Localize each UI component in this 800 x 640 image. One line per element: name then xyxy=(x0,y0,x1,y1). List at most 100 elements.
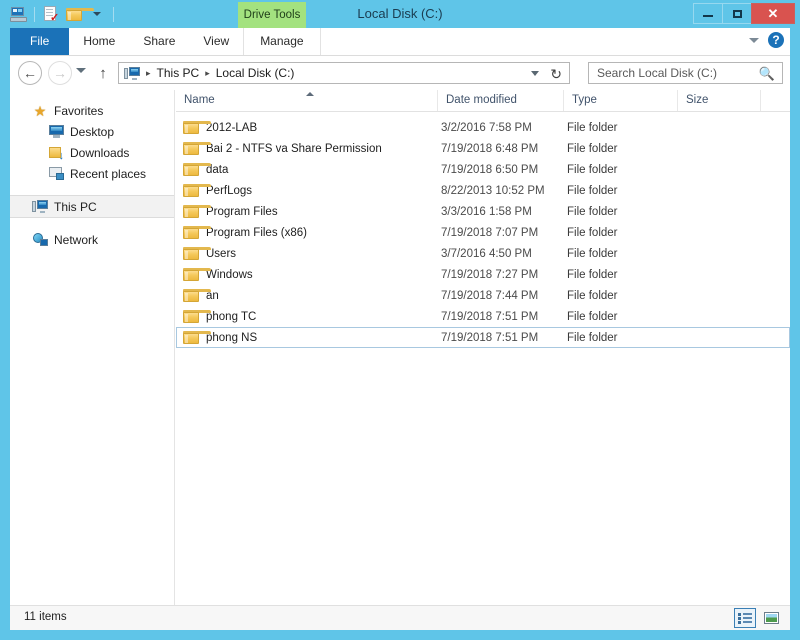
large-icons-view-icon xyxy=(763,612,779,624)
table-row[interactable]: PerfLogs 8/22/2013 10:52 PM File folder xyxy=(176,180,790,201)
content-area: ★ Favorites Desktop ↓ Downloads Recent p… xyxy=(10,90,790,605)
file-name-label: phong NS xyxy=(206,331,258,344)
table-row[interactable]: data 7/19/2018 6:50 PM File folder xyxy=(176,159,790,180)
table-row[interactable]: Program Files (x86) 7/19/2018 7:07 PM File… xyxy=(176,222,790,243)
cell-type: File folder xyxy=(567,289,618,302)
cell-name: phong TC xyxy=(177,310,439,323)
folder-icon xyxy=(183,121,211,134)
tab-manage[interactable]: Manage xyxy=(243,28,321,55)
column-header-date-modified[interactable]: Date modified xyxy=(438,90,564,111)
help-icon[interactable]: ? xyxy=(768,32,784,48)
address-dropdown-icon[interactable] xyxy=(531,71,539,76)
sidebar-item-downloads[interactable]: ↓ Downloads xyxy=(10,142,174,163)
recent-locations-icon[interactable] xyxy=(76,68,86,73)
folder-icon xyxy=(183,268,211,281)
ribbon-tab-strip: File Home Share View Manage ? xyxy=(10,28,790,56)
large-icons-view-button[interactable] xyxy=(760,608,782,628)
cell-name: Users xyxy=(177,247,439,260)
view-toggle-group xyxy=(734,608,782,628)
cell-type: File folder xyxy=(567,226,618,239)
this-pc-icon xyxy=(124,66,140,80)
table-row[interactable]: Users 3/7/2016 4:50 PM File folder xyxy=(176,243,790,264)
table-row[interactable]: phong TC 7/19/2018 7:51 PM File folder xyxy=(176,306,790,327)
maximize-button[interactable] xyxy=(722,3,752,24)
cell-type: File folder xyxy=(567,142,618,155)
cell-date-modified: 7/19/2018 6:48 PM xyxy=(441,142,539,155)
folder-icon xyxy=(183,184,211,197)
title-bar: ✓ Local Disk (C:) ✕ xyxy=(0,0,800,28)
window-controls: ✕ xyxy=(693,3,795,24)
expand-ribbon-icon[interactable] xyxy=(749,37,759,43)
folder-icon xyxy=(183,247,211,260)
sidebar-item-network[interactable]: Network xyxy=(10,229,174,250)
column-header-size[interactable]: Size xyxy=(678,90,761,111)
table-row[interactable]: phong NS 7/19/2018 7:51 PM File folder xyxy=(176,327,790,348)
search-box[interactable]: 🔍 xyxy=(588,62,783,84)
breadcrumb-this-pc[interactable]: This PC xyxy=(154,66,203,80)
table-row[interactable]: an 7/19/2018 7:44 PM File folder xyxy=(176,285,790,306)
cell-date-modified: 3/3/2016 1:58 PM xyxy=(441,205,532,218)
tab-view[interactable]: View xyxy=(189,28,243,55)
tab-share[interactable]: Share xyxy=(129,28,189,55)
details-view-icon xyxy=(738,612,752,624)
downloads-icon: ↓ xyxy=(48,146,64,161)
column-header-name[interactable]: Name xyxy=(176,90,438,111)
sidebar-item-recent-places[interactable]: Recent places xyxy=(10,163,174,184)
cell-name: Program Files (x86) xyxy=(177,226,439,239)
file-list-pane: Name Date modified Type Size 2012-LAB 3/2… xyxy=(176,90,790,605)
explorer-window: ✓ Local Disk (C:) ✕ Drive Tools File Hom… xyxy=(0,0,800,640)
cell-date-modified: 3/2/2016 7:58 PM xyxy=(441,121,532,134)
recent-places-icon xyxy=(48,167,64,180)
folder-icon xyxy=(183,331,211,344)
sidebar-item-label: Network xyxy=(54,232,99,247)
new-folder-icon[interactable] xyxy=(64,4,94,24)
table-row[interactable]: Windows 7/19/2018 7:27 PM File folder xyxy=(176,264,790,285)
table-row[interactable]: Bai 2 - NTFS va Share Permission 7/19/201… xyxy=(176,138,790,159)
tab-home[interactable]: Home xyxy=(69,28,129,55)
tab-file[interactable]: File xyxy=(10,28,70,55)
address-bar[interactable]: ▸ This PC ▸ Local Disk (C:) ↻ xyxy=(118,62,570,84)
up-button[interactable]: ↑ xyxy=(94,64,112,82)
cell-type: File folder xyxy=(567,184,618,197)
cell-name: data xyxy=(177,163,439,176)
close-button[interactable]: ✕ xyxy=(751,3,795,24)
properties-icon[interactable]: ✓ xyxy=(41,4,61,24)
cell-date-modified: 7/19/2018 6:50 PM xyxy=(441,163,539,176)
sidebar-item-label: Favorites xyxy=(54,103,104,118)
breadcrumb-separator: ▸ xyxy=(205,67,210,78)
table-row[interactable]: Program Files 3/3/2016 1:58 PM File folder xyxy=(176,201,790,222)
folder-icon xyxy=(183,310,211,323)
breadcrumb-local-disk[interactable]: Local Disk (C:) xyxy=(213,66,298,80)
file-name-label: Program Files xyxy=(206,205,278,218)
details-view-button[interactable] xyxy=(734,608,756,628)
item-count-label: 11 items xyxy=(24,611,67,623)
search-input[interactable] xyxy=(595,62,764,84)
toolbar-separator xyxy=(34,6,35,22)
cell-type: File folder xyxy=(567,247,618,260)
desktop-icon xyxy=(48,125,64,138)
cell-type: File folder xyxy=(567,205,618,218)
column-header-label: Date modified xyxy=(446,94,517,106)
sort-ascending-icon xyxy=(306,92,314,96)
sidebar-item-label: This PC xyxy=(54,199,97,214)
cell-date-modified: 7/19/2018 7:51 PM xyxy=(441,331,539,344)
cell-type: File folder xyxy=(567,331,618,344)
sidebar-item-this-pc[interactable]: This PC xyxy=(10,195,174,218)
sidebar-item-favorites[interactable]: ★ Favorites xyxy=(10,100,174,121)
sidebar-item-desktop[interactable]: Desktop xyxy=(10,121,174,142)
navigation-pane: ★ Favorites Desktop ↓ Downloads Recent p… xyxy=(10,90,175,605)
ribbon-tabs: File Home Share View Manage xyxy=(10,28,321,55)
refresh-icon[interactable]: ↻ xyxy=(550,66,562,83)
search-icon[interactable]: 🔍 xyxy=(759,66,775,82)
minimize-button[interactable] xyxy=(693,3,723,24)
column-header-type[interactable]: Type xyxy=(564,90,678,111)
drive-icon[interactable] xyxy=(8,4,28,24)
customize-quick-access-icon[interactable] xyxy=(87,4,107,24)
sidebar-item-label: Downloads xyxy=(70,145,130,160)
table-row[interactable]: 2012-LAB 3/2/2016 7:58 PM File folder xyxy=(176,117,790,138)
cell-name: phong NS xyxy=(177,331,439,344)
contextual-tab-drive-tools[interactable]: Drive Tools xyxy=(238,2,306,28)
forward-button[interactable]: → xyxy=(48,61,72,85)
quick-access-toolbar: ✓ xyxy=(8,2,117,26)
back-button[interactable]: ← xyxy=(18,61,42,85)
